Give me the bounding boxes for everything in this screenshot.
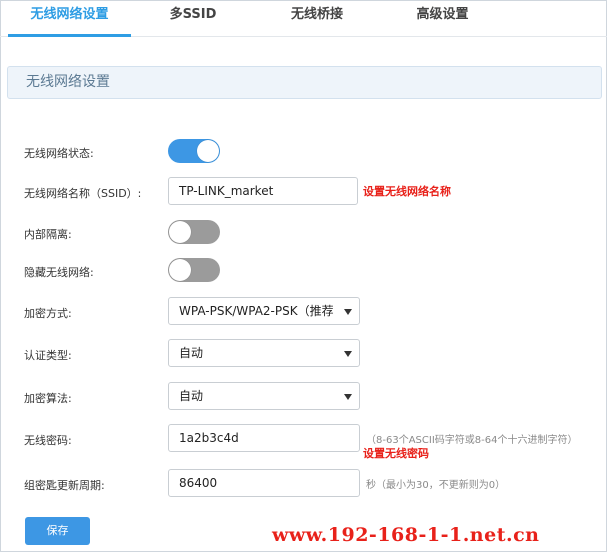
isolation-toggle[interactable] xyxy=(168,220,220,244)
rekey-period-input[interactable]: 86400 xyxy=(168,469,360,497)
save-button[interactable]: 保存 xyxy=(25,517,90,545)
tab-advanced-settings[interactable]: 高级设置 xyxy=(395,0,490,34)
encryption-select[interactable]: WPA-PSK/WPA2-PSK（推荐 xyxy=(168,297,360,325)
section-title: 无线网络设置 xyxy=(26,74,110,90)
tab-wireless-settings[interactable]: 无线网络设置 xyxy=(8,0,131,37)
auth-type-label: 认证类型: xyxy=(24,349,72,362)
ssid-input[interactable]: TP-LINK_market xyxy=(168,177,358,205)
ssid-label: 无线网络名称（SSID）: xyxy=(24,187,142,200)
chevron-down-icon xyxy=(344,351,352,357)
chevron-down-icon xyxy=(344,394,352,400)
auth-type-value: 自动 xyxy=(179,346,204,360)
section-header: 无线网络设置 xyxy=(7,66,602,99)
password-hint: （8-63个ASCII码字符或8-64个十六进制字符） xyxy=(366,435,578,446)
tab-bar: 无线网络设置 多SSID 无线桥接 高级设置 xyxy=(0,0,607,37)
password-input[interactable]: 1a2b3c4d xyxy=(168,424,360,452)
tab-wireless-bridge[interactable]: 无线桥接 xyxy=(272,0,362,34)
algorithm-label: 加密算法: xyxy=(24,392,72,405)
isolation-label: 内部隔离: xyxy=(24,228,72,241)
rekey-period-hint: 秒（最小为30，不更新则为0） xyxy=(366,480,506,491)
toggle-knob xyxy=(169,259,191,281)
encryption-value: WPA-PSK/WPA2-PSK（推荐 xyxy=(179,304,334,318)
ssid-note: 设置无线网络名称 xyxy=(363,185,451,198)
auth-type-select[interactable]: 自动 xyxy=(168,339,360,367)
encryption-label: 加密方式: xyxy=(24,307,72,320)
password-note: 设置无线密码 xyxy=(363,447,429,460)
algorithm-value: 自动 xyxy=(179,389,204,403)
rekey-period-label: 组密匙更新周期: xyxy=(24,479,105,492)
password-label: 无线密码: xyxy=(24,434,72,447)
hide-network-toggle[interactable] xyxy=(168,258,220,282)
algorithm-select[interactable]: 自动 xyxy=(168,382,360,410)
watermark: www.192-168-1-1.net.cn xyxy=(272,524,540,546)
chevron-down-icon xyxy=(344,309,352,315)
tab-multi-ssid[interactable]: 多SSID xyxy=(148,0,238,34)
toggle-knob xyxy=(169,221,191,243)
wireless-status-label: 无线网络状态: xyxy=(24,147,94,160)
toggle-knob xyxy=(197,140,219,162)
hide-network-label: 隐藏无线网络: xyxy=(24,266,94,279)
wireless-status-toggle[interactable] xyxy=(168,139,220,163)
